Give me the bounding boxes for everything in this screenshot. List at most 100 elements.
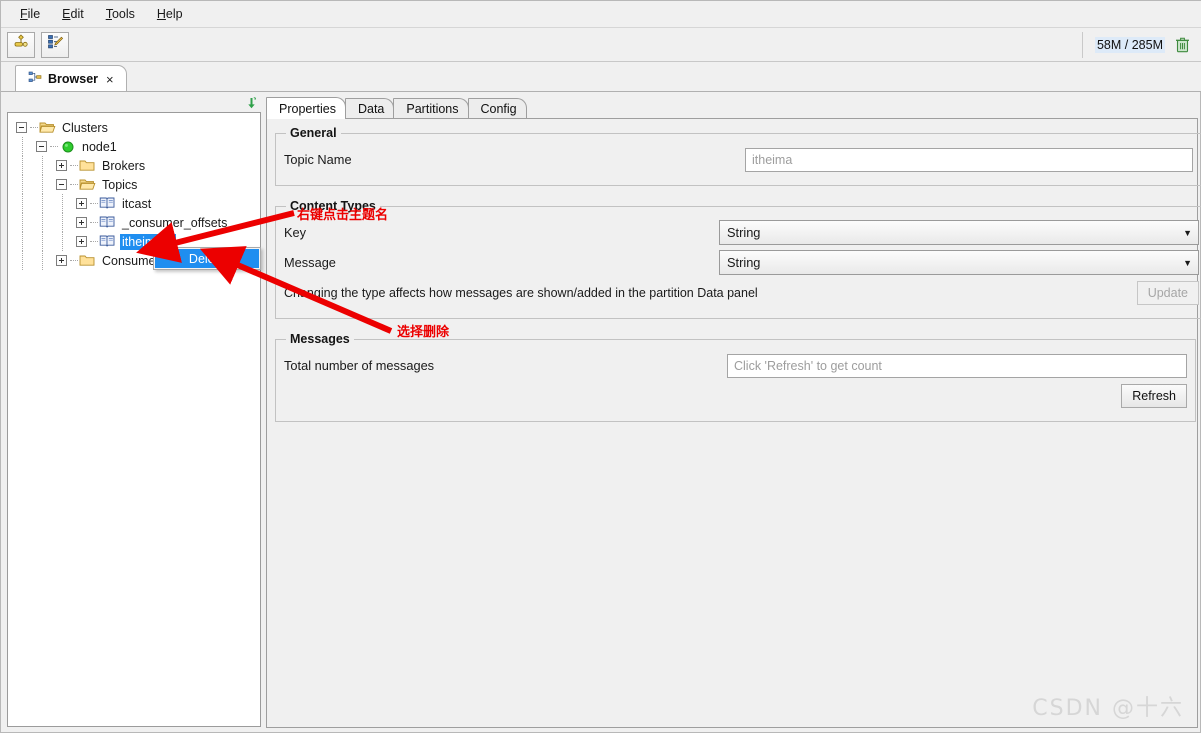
tab-properties[interactable]: Properties: [266, 97, 346, 119]
status-online-icon: [59, 139, 76, 154]
edit-tree-button[interactable]: [41, 31, 69, 58]
total-messages-placeholder: Click 'Refresh' to get count: [734, 358, 882, 373]
topic-name-row: Topic Name itheima: [284, 146, 1193, 173]
chevron-down-icon: ▼: [1183, 257, 1192, 268]
tab-properties-label: Properties: [279, 101, 336, 116]
expander-minus-icon[interactable]: [36, 141, 47, 152]
trash-icon[interactable]: [1175, 37, 1190, 53]
tree-guide: [22, 194, 23, 213]
menu-item-help[interactable]: Help: [146, 4, 194, 24]
context-menu[interactable]: Delete: [153, 247, 261, 270]
topic-icon: [99, 234, 116, 249]
tree-connector: [30, 127, 38, 128]
tree-connector: [90, 222, 98, 223]
tree-node-brokers[interactable]: Brokers: [8, 156, 260, 175]
view-tab-underline: [1, 91, 1201, 92]
folder-open-icon: [79, 177, 96, 192]
tree-node-label: node1: [82, 139, 117, 154]
expander-plus-icon[interactable]: [76, 198, 87, 209]
expander-plus-icon[interactable]: [76, 217, 87, 228]
kafka-tool-window: File Edit Tools Help 58M / 285M Browser …: [0, 0, 1201, 733]
tab-partitions[interactable]: Partitions: [393, 98, 469, 119]
tree-node-label: itcast: [122, 196, 152, 211]
memory-indicator[interactable]: 58M / 285M: [1081, 31, 1200, 58]
folder-closed-icon: [79, 158, 96, 173]
properties-body: General Topic Name itheima Content Types…: [266, 118, 1201, 728]
folder-open-icon: [39, 120, 56, 135]
menu-item-file[interactable]: File: [9, 4, 51, 24]
tab-browser[interactable]: Browser ×: [15, 65, 127, 92]
messages-group-legend: Messages: [290, 332, 350, 346]
menu-item-edit-label: dit: [70, 7, 84, 21]
tree-guide: [42, 156, 43, 175]
menu-item-tools[interactable]: Tools: [95, 4, 146, 24]
add-cluster-icon: [12, 33, 30, 56]
folder-closed-icon: [79, 253, 96, 268]
tree-panel-header: [5, 94, 263, 112]
close-icon[interactable]: ×: [104, 72, 116, 87]
tree-node-topics[interactable]: Topics: [8, 175, 260, 194]
tree-node-label: Clusters: [62, 120, 108, 135]
expander-plus-icon[interactable]: [56, 255, 67, 266]
tab-data[interactable]: Data: [344, 98, 395, 119]
tree-node-consumer-offsets[interactable]: _consumer_offsets: [8, 213, 260, 232]
expander-minus-icon[interactable]: [56, 179, 67, 190]
tab-config[interactable]: Config: [467, 98, 527, 119]
tab-data-label: Data: [357, 102, 385, 116]
tree-connector: [50, 146, 58, 147]
message-type-select[interactable]: String ▼: [719, 250, 1199, 275]
total-messages-label: Total number of messages: [284, 358, 435, 373]
tree-icon: [28, 70, 42, 89]
tree-guide: [22, 156, 23, 175]
tree-guide: [22, 213, 23, 232]
context-menu-item-delete[interactable]: Delete: [155, 249, 259, 268]
update-button[interactable]: Update: [1136, 280, 1199, 305]
messages-group: Messages Total number of messages Click …: [275, 332, 1196, 422]
menu-bar: File Edit Tools Help: [1, 1, 1201, 28]
general-group-legend: General: [290, 126, 337, 140]
topic-properties-panel: Properties Data Partitions Config Genera…: [266, 97, 1201, 729]
general-group: General Topic Name itheima: [275, 126, 1201, 186]
tree-guide: [62, 232, 63, 251]
total-messages-input[interactable]: Click 'Refresh' to get count: [727, 353, 1187, 378]
tree-node-node1[interactable]: node1: [8, 137, 260, 156]
tree-guide: [42, 194, 43, 213]
topic-name-value: itheima: [752, 152, 793, 167]
expander-plus-icon[interactable]: [56, 160, 67, 171]
message-type-label: Message: [284, 255, 336, 270]
tree-connector: [90, 241, 98, 242]
key-type-row: Key String ▼: [284, 219, 1199, 246]
message-type-row: Message String ▼: [284, 249, 1199, 276]
cluster-tree[interactable]: Clusters node1 Brokers Topics itcast _co…: [7, 112, 261, 727]
tree-node-clusters[interactable]: Clusters: [8, 118, 260, 137]
tab-browser-label: Browser: [48, 72, 99, 86]
cluster-tree-panel: Clusters node1 Brokers Topics itcast _co…: [5, 94, 263, 729]
content-types-group: Content Types Key String ▼ Message Strin…: [275, 199, 1201, 319]
add-cluster-button[interactable]: [7, 31, 35, 58]
tree-connector: [70, 165, 78, 166]
tree-guide: [62, 194, 63, 213]
tree-guide: [22, 232, 23, 251]
content-types-hint-row: Changing the type affects how messages a…: [284, 279, 1199, 306]
topic-icon: [99, 196, 116, 211]
tree-guide: [42, 213, 43, 232]
tree-guide: [42, 175, 43, 194]
menu-item-edit[interactable]: Edit: [51, 4, 95, 24]
key-type-value: String: [727, 225, 761, 240]
tree-guide: [42, 232, 43, 251]
topic-name-input[interactable]: itheima: [745, 147, 1193, 172]
tree-guide: [22, 251, 23, 270]
tree-connector: [90, 203, 98, 204]
tree-guide: [42, 251, 43, 270]
key-type-label: Key: [284, 225, 307, 240]
tree-connector: [70, 260, 78, 261]
refresh-button[interactable]: Refresh: [1121, 383, 1187, 408]
menu-item-help-label: elp: [165, 7, 183, 21]
expander-plus-icon[interactable]: [76, 236, 87, 247]
tree-guide: [62, 213, 63, 232]
tree-node-itcast[interactable]: itcast: [8, 194, 260, 213]
annotation-select-delete: 选择删除: [397, 325, 450, 340]
expander-minus-icon[interactable]: [16, 122, 27, 133]
collapse-all-icon[interactable]: [243, 96, 258, 111]
key-type-select[interactable]: String ▼: [719, 220, 1199, 245]
